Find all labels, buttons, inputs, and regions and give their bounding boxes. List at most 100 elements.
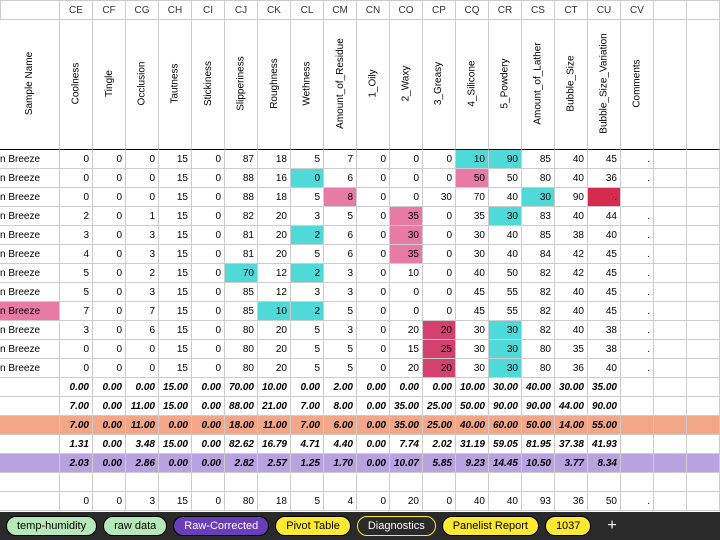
blank-cell[interactable]	[258, 473, 291, 492]
summary-cell[interactable]: 2.02	[423, 435, 456, 454]
data-cell[interactable]: 0	[357, 264, 390, 283]
blank-cell[interactable]	[192, 473, 225, 492]
data-cell[interactable]: 20	[390, 321, 423, 340]
data-cell[interactable]: 0	[390, 283, 423, 302]
summary-cell[interactable]: 70.00	[225, 378, 258, 397]
data-cell[interactable]: 0	[192, 264, 225, 283]
data-cell[interactable]	[687, 245, 720, 264]
data-cell[interactable]: 82	[522, 264, 555, 283]
data-cell[interactable]: 15	[159, 283, 192, 302]
summary-cell[interactable]	[621, 416, 654, 435]
data-cell[interactable]: 0	[126, 340, 159, 359]
blank-cell[interactable]	[522, 473, 555, 492]
summary-cell[interactable]: 60.00	[489, 416, 522, 435]
summary-cell[interactable]: 18.00	[225, 416, 258, 435]
data-cell[interactable]: 0	[93, 169, 126, 188]
data-cell[interactable]: 30	[489, 359, 522, 378]
data-cell[interactable]: 0	[93, 340, 126, 359]
data-cell[interactable]: 0	[357, 207, 390, 226]
data-cell[interactable]: 0	[93, 321, 126, 340]
summary-cell[interactable]: 50.00	[456, 397, 489, 416]
blank-cell[interactable]	[291, 473, 324, 492]
footer-cell[interactable]: 15	[159, 492, 192, 511]
spreadsheet-grid[interactable]: CECFCGCHCICJCKCLCMCNCOCPCQCRCSCTCUCVSamp…	[0, 0, 720, 511]
sample-name[interactable]: n Breeze	[0, 340, 60, 359]
data-cell[interactable]: 0	[93, 359, 126, 378]
data-cell[interactable]: 2	[291, 302, 324, 321]
data-cell[interactable]: 82	[522, 321, 555, 340]
data-cell[interactable]: 0	[357, 340, 390, 359]
data-cell[interactable]: 0	[423, 245, 456, 264]
column-header[interactable]: CE	[60, 0, 93, 20]
data-cell[interactable]: 30	[456, 359, 489, 378]
field-header[interactable]: 1_Oily	[357, 20, 390, 150]
summary-cell[interactable]: 0.00	[390, 378, 423, 397]
sheet-tab[interactable]: Diagnostics	[357, 516, 436, 536]
data-cell[interactable]: 30	[456, 226, 489, 245]
field-header[interactable]: Amount_of_Lather	[522, 20, 555, 150]
data-cell[interactable]	[687, 226, 720, 245]
summary-cell[interactable]: 0.00	[192, 454, 225, 473]
summary-cell[interactable]: 14.45	[489, 454, 522, 473]
data-cell[interactable]: 30	[489, 340, 522, 359]
data-cell[interactable]: .	[621, 245, 654, 264]
data-cell[interactable]: 10	[456, 150, 489, 169]
summary-cell[interactable]: 10.07	[390, 454, 423, 473]
footer-cell[interactable]: 18	[258, 492, 291, 511]
data-cell[interactable]: 0	[390, 169, 423, 188]
data-cell[interactable]: 30	[423, 188, 456, 207]
data-cell[interactable]: 0	[357, 226, 390, 245]
data-cell[interactable]	[654, 245, 687, 264]
summary-cell[interactable]: 37.38	[555, 435, 588, 454]
field-header[interactable]: Coolness	[60, 20, 93, 150]
data-cell[interactable]: 36	[555, 359, 588, 378]
summary-cell[interactable]: 0.00	[93, 416, 126, 435]
data-cell[interactable]: 6	[324, 169, 357, 188]
data-cell[interactable]: 0	[192, 188, 225, 207]
blank-cell[interactable]	[588, 473, 621, 492]
summary-cell[interactable]	[654, 454, 687, 473]
data-cell[interactable]: 0	[192, 340, 225, 359]
blank-cell[interactable]	[456, 473, 489, 492]
data-cell[interactable]: 30	[489, 321, 522, 340]
data-cell[interactable]: 20	[258, 321, 291, 340]
data-cell[interactable]: 5	[291, 340, 324, 359]
column-header[interactable]: CJ	[225, 0, 258, 20]
data-cell[interactable]: 84	[522, 245, 555, 264]
data-cell[interactable]: 0	[60, 150, 93, 169]
summary-cell[interactable]: 10.00	[456, 378, 489, 397]
summary-cell[interactable]: 0.00	[357, 435, 390, 454]
summary-cell[interactable]: 7.00	[291, 397, 324, 416]
summary-cell[interactable]	[654, 378, 687, 397]
data-cell[interactable]: 0	[126, 150, 159, 169]
data-cell[interactable]: 36	[588, 169, 621, 188]
column-header[interactable]	[0, 0, 60, 20]
column-header[interactable]: CS	[522, 0, 555, 20]
data-cell[interactable]	[654, 207, 687, 226]
summary-label[interactable]	[0, 416, 60, 435]
field-header[interactable]: Amount_of_Residue	[324, 20, 357, 150]
data-cell[interactable]: 5	[324, 207, 357, 226]
data-cell[interactable]: 30	[489, 207, 522, 226]
summary-cell[interactable]	[654, 397, 687, 416]
data-cell[interactable]: .	[621, 359, 654, 378]
summary-cell[interactable]: 2.00	[324, 378, 357, 397]
data-cell[interactable]: 5	[291, 321, 324, 340]
data-cell[interactable]: 15	[159, 150, 192, 169]
data-cell[interactable]: 0	[192, 169, 225, 188]
data-cell[interactable]: 0	[93, 226, 126, 245]
data-cell[interactable]: 80	[522, 169, 555, 188]
data-cell[interactable]	[654, 188, 687, 207]
data-cell[interactable]: 1	[126, 207, 159, 226]
footer-cell[interactable]: 0	[60, 492, 93, 511]
data-cell[interactable]	[687, 264, 720, 283]
blank-cell[interactable]	[555, 473, 588, 492]
data-cell[interactable]: 12	[258, 264, 291, 283]
summary-cell[interactable]: 8.34	[588, 454, 621, 473]
summary-cell[interactable]: 0.00	[93, 378, 126, 397]
blank-cell[interactable]	[654, 473, 687, 492]
data-cell[interactable]: 15	[159, 264, 192, 283]
data-cell[interactable]: 3	[324, 321, 357, 340]
data-cell[interactable]: 35	[390, 207, 423, 226]
data-cell[interactable]: 0	[93, 150, 126, 169]
